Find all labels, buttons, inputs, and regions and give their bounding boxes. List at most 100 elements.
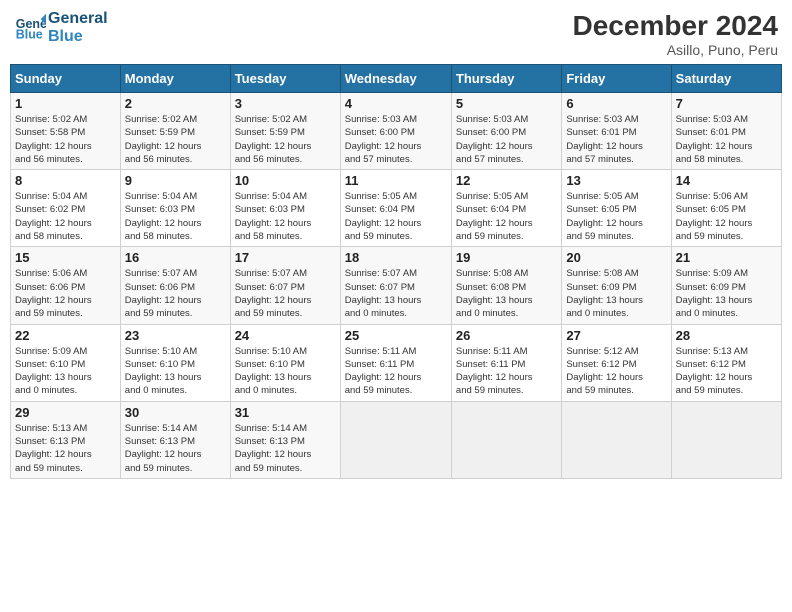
day-info: Sunrise: 5:14 AMSunset: 6:13 PMDaylight:… [125, 422, 226, 475]
calendar-week-row: 1 Sunrise: 5:02 AMSunset: 5:58 PMDaylight… [11, 93, 782, 170]
day-number: 11 [345, 173, 447, 188]
weekday-header-thursday: Thursday [451, 65, 561, 93]
calendar-cell: 23 Sunrise: 5:10 AMSunset: 6:10 PMDayligh… [120, 324, 230, 401]
calendar-cell [671, 401, 781, 478]
calendar-week-row: 22 Sunrise: 5:09 AMSunset: 6:10 PMDayligh… [11, 324, 782, 401]
day-info: Sunrise: 5:02 AMSunset: 5:59 PMDaylight:… [235, 113, 336, 166]
calendar-cell: 25 Sunrise: 5:11 AMSunset: 6:11 PMDayligh… [340, 324, 451, 401]
calendar-week-row: 15 Sunrise: 5:06 AMSunset: 6:06 PMDayligh… [11, 247, 782, 324]
day-info: Sunrise: 5:05 AMSunset: 6:04 PMDaylight:… [456, 190, 557, 243]
day-number: 8 [15, 173, 116, 188]
calendar-cell: 5 Sunrise: 5:03 AMSunset: 6:00 PMDaylight… [451, 93, 561, 170]
day-number: 4 [345, 96, 447, 111]
day-number: 22 [15, 328, 116, 343]
day-number: 1 [15, 96, 116, 111]
calendar-cell: 11 Sunrise: 5:05 AMSunset: 6:04 PMDayligh… [340, 170, 451, 247]
location-subtitle: Asillo, Puno, Peru [573, 42, 778, 58]
calendar-cell: 2 Sunrise: 5:02 AMSunset: 5:59 PMDaylight… [120, 93, 230, 170]
day-number: 12 [456, 173, 557, 188]
weekday-header-wednesday: Wednesday [340, 65, 451, 93]
calendar-cell: 27 Sunrise: 5:12 AMSunset: 6:12 PMDayligh… [562, 324, 671, 401]
calendar-cell: 30 Sunrise: 5:14 AMSunset: 6:13 PMDayligh… [120, 401, 230, 478]
calendar-cell: 28 Sunrise: 5:13 AMSunset: 6:12 PMDayligh… [671, 324, 781, 401]
day-number: 23 [125, 328, 226, 343]
day-info: Sunrise: 5:08 AMSunset: 6:09 PMDaylight:… [566, 267, 666, 320]
day-info: Sunrise: 5:10 AMSunset: 6:10 PMDaylight:… [125, 345, 226, 398]
calendar-week-row: 8 Sunrise: 5:04 AMSunset: 6:02 PMDaylight… [11, 170, 782, 247]
calendar-cell: 15 Sunrise: 5:06 AMSunset: 6:06 PMDayligh… [11, 247, 121, 324]
calendar-cell: 31 Sunrise: 5:14 AMSunset: 6:13 PMDayligh… [230, 401, 340, 478]
day-info: Sunrise: 5:05 AMSunset: 6:05 PMDaylight:… [566, 190, 666, 243]
weekday-header-friday: Friday [562, 65, 671, 93]
day-number: 30 [125, 405, 226, 420]
calendar-cell [562, 401, 671, 478]
calendar-cell: 26Sunrise: 5:11 AMSunset: 6:11 PMDayligh… [451, 324, 561, 401]
calendar-cell [451, 401, 561, 478]
day-number: 14 [676, 173, 777, 188]
day-info: Sunrise: 5:09 AMSunset: 6:10 PMDaylight:… [15, 345, 116, 398]
day-info: Sunrise: 5:12 AMSunset: 6:12 PMDaylight:… [566, 345, 666, 398]
day-info: Sunrise: 5:02 AMSunset: 5:59 PMDaylight:… [125, 113, 226, 166]
day-info: Sunrise: 5:07 AMSunset: 6:06 PMDaylight:… [125, 267, 226, 320]
day-info: Sunrise: 5:11 AMSunset: 6:11 PMDaylight:… [456, 345, 557, 398]
day-number: 2 [125, 96, 226, 111]
day-info: Sunrise: 5:13 AMSunset: 6:12 PMDaylight:… [676, 345, 777, 398]
calendar-cell: 6 Sunrise: 5:03 AMSunset: 6:01 PMDaylight… [562, 93, 671, 170]
calendar-cell: 1 Sunrise: 5:02 AMSunset: 5:58 PMDaylight… [11, 93, 121, 170]
day-info: Sunrise: 5:07 AMSunset: 6:07 PMDaylight:… [345, 267, 447, 320]
day-number: 3 [235, 96, 336, 111]
calendar-header-row: SundayMondayTuesdayWednesdayThursdayFrid… [11, 65, 782, 93]
day-info: Sunrise: 5:10 AMSunset: 6:10 PMDaylight:… [235, 345, 336, 398]
calendar-cell: 24 Sunrise: 5:10 AMSunset: 6:10 PMDayligh… [230, 324, 340, 401]
logo-blue: Blue [48, 28, 108, 46]
day-info: Sunrise: 5:03 AMSunset: 6:01 PMDaylight:… [566, 113, 666, 166]
day-number: 24 [235, 328, 336, 343]
day-number: 25 [345, 328, 447, 343]
day-number: 6 [566, 96, 666, 111]
day-info: Sunrise: 5:06 AMSunset: 6:05 PMDaylight:… [676, 190, 777, 243]
calendar-cell: 20 Sunrise: 5:08 AMSunset: 6:09 PMDayligh… [562, 247, 671, 324]
day-info: Sunrise: 5:11 AMSunset: 6:11 PMDaylight:… [345, 345, 447, 398]
calendar-cell [340, 401, 451, 478]
calendar-cell: 4 Sunrise: 5:03 AMSunset: 6:00 PMDaylight… [340, 93, 451, 170]
calendar-week-row: 29 Sunrise: 5:13 AMSunset: 6:13 PMDayligh… [11, 401, 782, 478]
logo: General Blue General Blue [14, 10, 108, 45]
calendar-cell: 21Sunrise: 5:09 AMSunset: 6:09 PMDayligh… [671, 247, 781, 324]
day-info: Sunrise: 5:05 AMSunset: 6:04 PMDaylight:… [345, 190, 447, 243]
day-info: Sunrise: 5:03 AMSunset: 6:00 PMDaylight:… [456, 113, 557, 166]
day-number: 5 [456, 96, 557, 111]
svg-text:Blue: Blue [16, 27, 43, 41]
calendar-cell: 10Sunrise: 5:04 AMSunset: 6:03 PMDayligh… [230, 170, 340, 247]
calendar-cell: 18Sunrise: 5:07 AMSunset: 6:07 PMDayligh… [340, 247, 451, 324]
day-number: 7 [676, 96, 777, 111]
calendar-cell: 8 Sunrise: 5:04 AMSunset: 6:02 PMDaylight… [11, 170, 121, 247]
weekday-header-monday: Monday [120, 65, 230, 93]
day-info: Sunrise: 5:13 AMSunset: 6:13 PMDaylight:… [15, 422, 116, 475]
day-number: 27 [566, 328, 666, 343]
weekday-header-saturday: Saturday [671, 65, 781, 93]
day-number: 20 [566, 250, 666, 265]
day-info: Sunrise: 5:02 AMSunset: 5:58 PMDaylight:… [15, 113, 116, 166]
calendar-cell: 16Sunrise: 5:07 AMSunset: 6:06 PMDayligh… [120, 247, 230, 324]
day-info: Sunrise: 5:14 AMSunset: 6:13 PMDaylight:… [235, 422, 336, 475]
logo-icon: General Blue [14, 12, 46, 44]
day-info: Sunrise: 5:06 AMSunset: 6:06 PMDaylight:… [15, 267, 116, 320]
logo-general: General [48, 10, 108, 28]
day-number: 13 [566, 173, 666, 188]
day-number: 31 [235, 405, 336, 420]
month-year-title: December 2024 [573, 10, 778, 42]
calendar-cell: 17Sunrise: 5:07 AMSunset: 6:07 PMDayligh… [230, 247, 340, 324]
day-info: Sunrise: 5:04 AMSunset: 6:03 PMDaylight:… [235, 190, 336, 243]
calendar-cell: 13 Sunrise: 5:05 AMSunset: 6:05 PMDayligh… [562, 170, 671, 247]
day-info: Sunrise: 5:04 AMSunset: 6:02 PMDaylight:… [15, 190, 116, 243]
calendar-cell: 9Sunrise: 5:04 AMSunset: 6:03 PMDaylight… [120, 170, 230, 247]
calendar-cell: 7Sunrise: 5:03 AMSunset: 6:01 PMDaylight… [671, 93, 781, 170]
weekday-header-sunday: Sunday [11, 65, 121, 93]
day-number: 28 [676, 328, 777, 343]
day-number: 15 [15, 250, 116, 265]
day-number: 9 [125, 173, 226, 188]
day-number: 29 [15, 405, 116, 420]
calendar-cell: 12 Sunrise: 5:05 AMSunset: 6:04 PMDayligh… [451, 170, 561, 247]
day-info: Sunrise: 5:09 AMSunset: 6:09 PMDaylight:… [676, 267, 777, 320]
day-info: Sunrise: 5:03 AMSunset: 6:00 PMDaylight:… [345, 113, 447, 166]
